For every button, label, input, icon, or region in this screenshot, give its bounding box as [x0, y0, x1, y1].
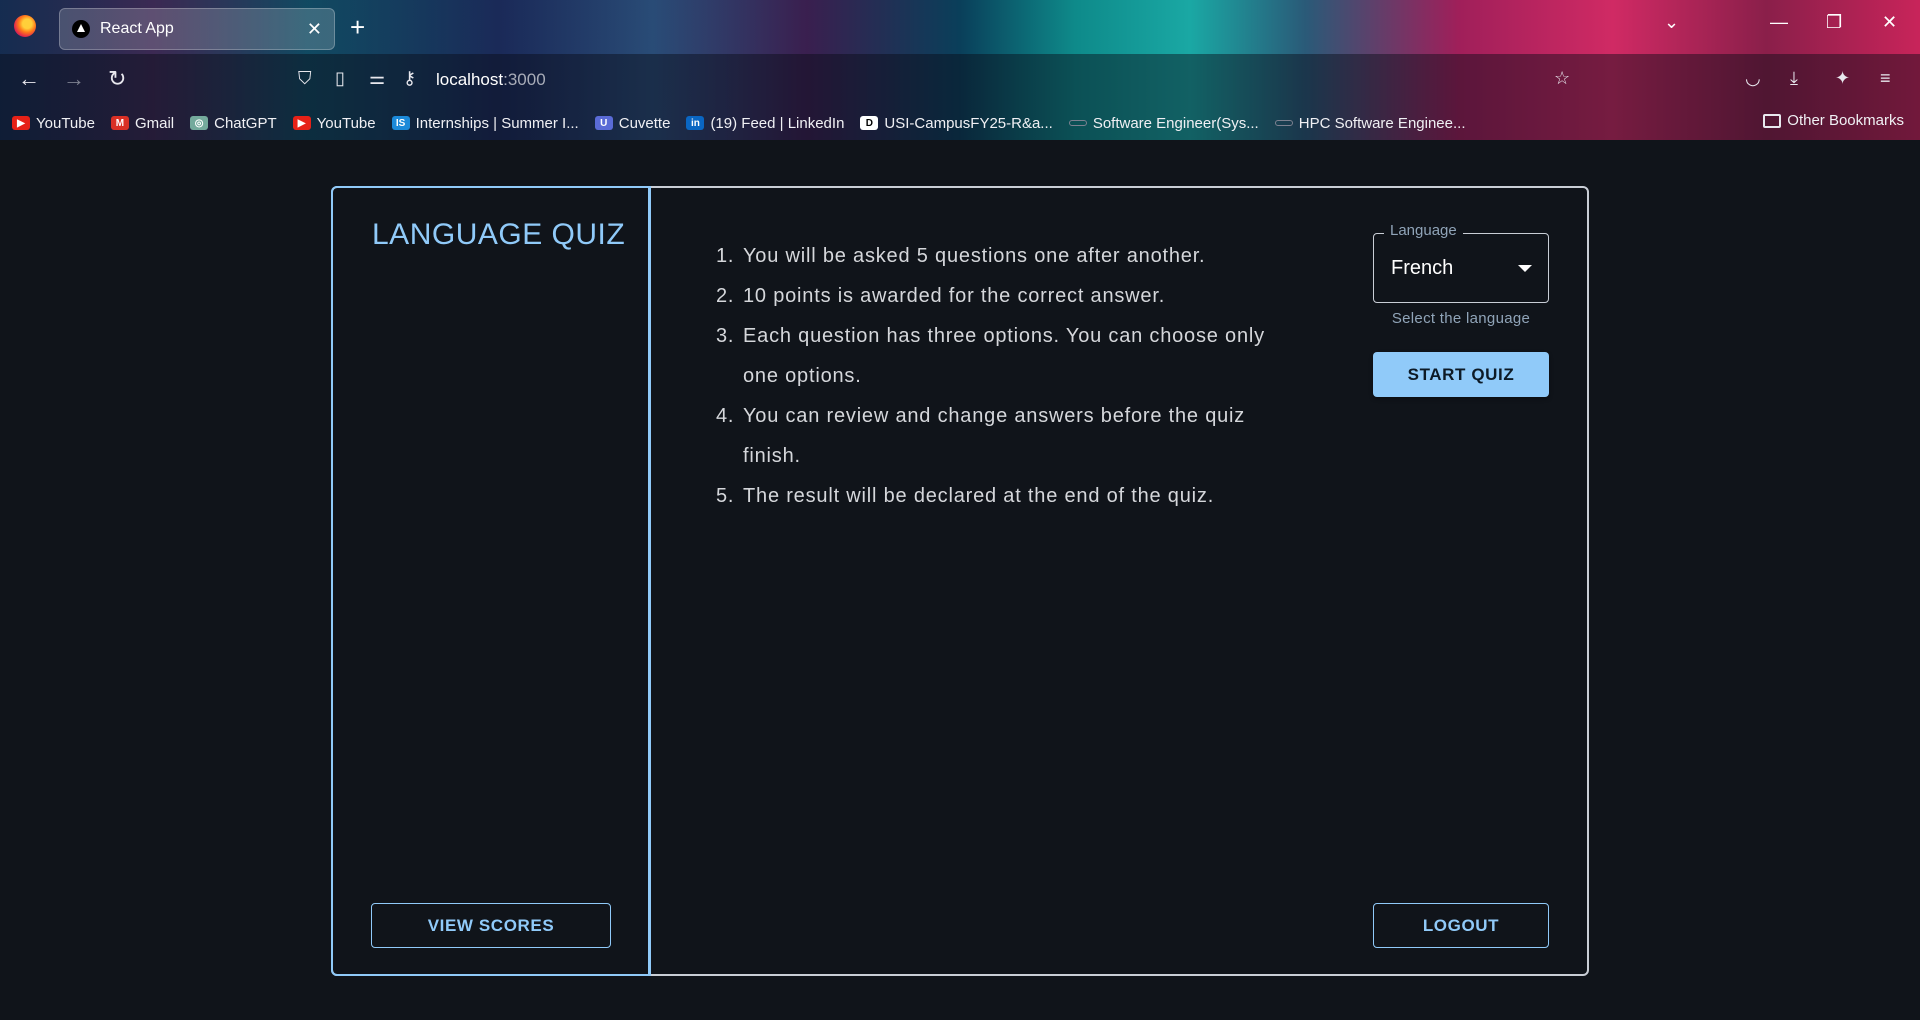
rule-number: 2.	[716, 285, 735, 307]
list-item: 4. You can review and change answers bef…	[716, 396, 1296, 476]
page-icon[interactable]: ▯	[335, 68, 345, 89]
quiz-sidebar	[331, 186, 651, 976]
bookmarks-bar: ▶ YouTube M Gmail ◎ ChatGPT ▶ YouTube IS…	[12, 112, 1482, 134]
key-icon[interactable]: ⚷	[403, 68, 416, 89]
pocket-icon[interactable]: ◡	[1745, 68, 1761, 89]
reload-icon[interactable]: ↻	[108, 66, 126, 92]
linkedin-icon: in	[686, 116, 705, 130]
language-select-helper-text: Select the language	[1391, 310, 1531, 327]
rule-text: 10 points is awarded for the correct ans…	[743, 285, 1166, 307]
list-all-tabs-icon[interactable]: ⌄	[1664, 12, 1679, 33]
close-tab-icon[interactable]: ✕	[307, 19, 322, 40]
other-bookmarks-label: Other Bookmarks	[1787, 112, 1904, 129]
internshala-icon: IS	[391, 116, 410, 130]
bookmark-label: ChatGPT	[214, 114, 277, 132]
bookmark-label: HPC Software Enginee...	[1298, 114, 1466, 132]
other-bookmarks[interactable]: Other Bookmarks	[1763, 112, 1904, 129]
bookmark-label: YouTube	[316, 114, 376, 132]
bookmark-linkedin[interactable]: in (19) Feed | LinkedIn	[686, 115, 844, 132]
bookmark-label: (19) Feed | LinkedIn	[710, 114, 845, 132]
bookmark-star-icon[interactable]: ☆	[1554, 68, 1570, 89]
page-icon	[1274, 120, 1293, 126]
downloads-icon[interactable]: ⤓	[1790, 68, 1798, 89]
bookmark-label: USI-CampusFY25-R&a...	[884, 114, 1053, 132]
start-quiz-button[interactable]: START QUIZ	[1373, 352, 1549, 397]
bookmark-label: Gmail	[134, 114, 175, 132]
rule-number: 4.	[716, 405, 735, 427]
bookmark-cuvette[interactable]: U Cuvette	[594, 114, 671, 132]
rule-text: Each question has three options. You can…	[743, 325, 1265, 387]
dare2compete-icon: D	[860, 116, 879, 130]
youtube-icon: ▶	[12, 116, 30, 130]
bookmark-software-engineer[interactable]: Software Engineer(Sys...	[1068, 114, 1259, 132]
tab-title: React App	[100, 20, 174, 37]
extensions-icon[interactable]: ✦	[1835, 68, 1850, 89]
rule-number: 5.	[716, 485, 735, 507]
language-select-label: Language	[1384, 222, 1463, 239]
url-port: :3000	[503, 70, 546, 89]
back-icon[interactable]: ←	[18, 66, 40, 92]
rule-text: You can review and change answers before…	[743, 405, 1246, 467]
new-tab-icon[interactable]: +	[350, 12, 365, 43]
page-title: LANGUAGE QUIZ	[372, 218, 626, 251]
url-bar[interactable]: localhost:3000	[436, 70, 546, 90]
gmail-icon: M	[110, 116, 129, 130]
hamburger-menu-icon[interactable]: ≡	[1880, 68, 1891, 89]
restore-icon[interactable]: ❐	[1826, 12, 1842, 33]
bookmark-label: Internships | Summer I...	[415, 114, 579, 132]
url-host: localhost	[436, 70, 504, 89]
minimize-icon[interactable]: —	[1770, 12, 1788, 33]
bookmark-label: YouTube	[36, 114, 95, 132]
list-item: 1. You will be asked 5 questions one aft…	[716, 236, 1296, 276]
list-item: 2. 10 points is awarded for the correct …	[716, 276, 1296, 316]
react-app-favicon-icon	[72, 20, 90, 38]
bookmark-label: Cuvette	[618, 114, 671, 132]
bookmark-usi-campus[interactable]: D USI-CampusFY25-R&a...	[860, 114, 1053, 132]
page-icon	[1068, 120, 1087, 126]
bookmark-hpc-software[interactable]: HPC Software Enginee...	[1274, 114, 1466, 132]
bookmark-internships[interactable]: IS Internships | Summer I...	[391, 114, 579, 132]
list-item: 3. Each question has three options. You …	[716, 316, 1296, 396]
language-select-value[interactable]: French	[1391, 257, 1453, 280]
quiz-rules-list: 1. You will be asked 5 questions one aft…	[716, 236, 1296, 516]
rule-number: 1.	[716, 245, 735, 267]
folder-icon	[1763, 113, 1782, 128]
firefox-menu-icon[interactable]	[14, 15, 36, 37]
tab-react-app[interactable]: React App ✕	[59, 8, 335, 50]
bookmark-chatgpt[interactable]: ◎ ChatGPT	[190, 115, 277, 132]
forward-icon[interactable]: →	[63, 66, 85, 92]
rule-text: The result will be declared at the end o…	[743, 485, 1215, 507]
rule-text: You will be asked 5 questions one after …	[743, 245, 1206, 267]
cuvette-icon: U	[594, 116, 613, 130]
dropdown-arrow-icon[interactable]	[1518, 265, 1532, 272]
list-item: 5. The result will be declared at the en…	[716, 476, 1296, 516]
permissions-icon[interactable]: ⚌	[369, 68, 385, 89]
bookmark-label: Software Engineer(Sys...	[1092, 114, 1259, 132]
close-window-icon[interactable]: ✕	[1882, 12, 1897, 33]
logout-button[interactable]: LOGOUT	[1373, 903, 1549, 948]
chatgpt-icon: ◎	[190, 116, 209, 130]
bookmark-youtube-2[interactable]: ▶ YouTube	[292, 114, 376, 132]
rule-number: 3.	[716, 325, 735, 347]
shield-icon[interactable]: ⛉	[298, 68, 312, 89]
bookmark-gmail[interactable]: M Gmail	[110, 114, 175, 132]
youtube-icon: ▶	[292, 116, 311, 130]
bookmark-youtube[interactable]: ▶ YouTube	[12, 115, 95, 132]
view-scores-button[interactable]: VIEW SCORES	[371, 903, 611, 948]
